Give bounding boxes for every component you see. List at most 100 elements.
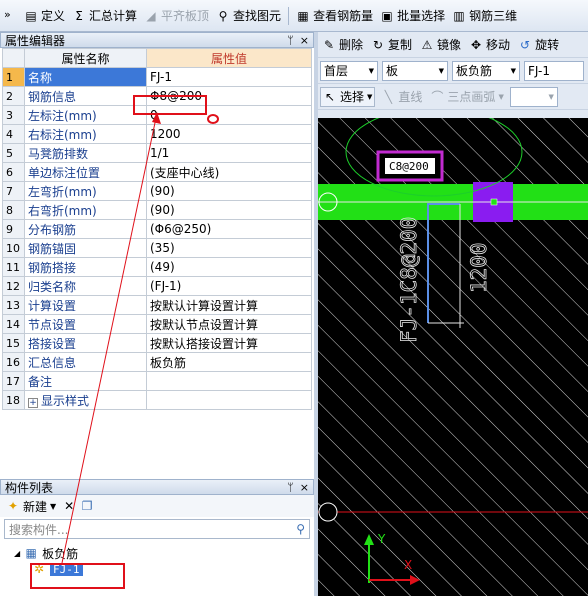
- close-icon[interactable]: ×: [300, 34, 309, 47]
- category-select[interactable]: 板 ▼: [382, 60, 448, 81]
- table-row[interactable]: 9 分布钢筋 (Φ6@250): [2, 219, 312, 239]
- table-row[interactable]: 12 归类名称 (FJ-1): [2, 276, 312, 296]
- table-row[interactable]: 18 + 显示样式: [2, 390, 312, 410]
- property-value[interactable]: [146, 371, 312, 391]
- grip-point[interactable]: [490, 198, 498, 206]
- collapse-icon[interactable]: ◢: [14, 549, 20, 558]
- property-value[interactable]: (90): [146, 200, 312, 220]
- find-button[interactable]: ⚲ 查找图元: [214, 6, 283, 26]
- extra-select[interactable]: ▼: [509, 86, 558, 107]
- rebar-3d-icon: ▥: [453, 8, 465, 23]
- chevron-down-icon: ▼: [367, 92, 373, 101]
- delete-button[interactable]: ✎ 删除: [320, 35, 365, 55]
- property-value[interactable]: 按默认搭接设置计算: [146, 333, 312, 353]
- annotation-box-rebar-info: [133, 95, 207, 115]
- table-row[interactable]: 14 节点设置 按默认节点设置计算: [2, 314, 312, 334]
- sum-icon: Σ: [75, 8, 83, 23]
- property-value[interactable]: (90): [146, 181, 312, 201]
- define-button[interactable]: ▤ 定义: [22, 6, 67, 26]
- property-value[interactable]: 1/1: [146, 143, 312, 163]
- new-button[interactable]: ✦ 新建 ▼: [4, 496, 58, 516]
- delete-x-icon[interactable]: ✕: [62, 499, 76, 513]
- drawing-svg[interactable]: FJ-1C8@200 1200 C8@200 Y X: [314, 118, 588, 596]
- rebar-3d-button[interactable]: ▥ 钢筋三维: [450, 6, 519, 26]
- row-index: 14: [2, 314, 25, 334]
- mirror-button[interactable]: ⚠ 镜像: [418, 35, 463, 55]
- table-row[interactable]: 13 计算设置 按默认计算设置计算: [2, 295, 312, 315]
- batch-select-button[interactable]: ▣ 批量选择: [378, 6, 447, 26]
- selector-row: 首层 ▼ 板 ▼ 板负筋 ▼ FJ-1: [314, 58, 588, 84]
- select-button[interactable]: ↖ 选择 ▼: [320, 86, 376, 107]
- copy-icon: ↻: [372, 37, 384, 52]
- chevron-down-icon: ▼: [50, 501, 57, 511]
- copy-button[interactable]: ↻ 复制: [369, 35, 414, 55]
- property-value[interactable]: [146, 390, 312, 410]
- toolbar-overflow-icon[interactable]: »: [4, 8, 11, 21]
- edit-toolbar-row: ✎ 删除 ↻ 复制 ⚠ 镜像 ✥ 移动 ↺ 旋转: [314, 32, 588, 58]
- table-row[interactable]: 7 左弯折(mm) (90): [2, 181, 312, 201]
- property-name: 右弯折(mm): [24, 200, 147, 220]
- row-index: 15: [2, 333, 25, 353]
- row-index: 6: [2, 162, 25, 182]
- row-index: 2: [2, 86, 25, 106]
- move-button[interactable]: ✥ 移动: [467, 35, 512, 55]
- rotate-button[interactable]: ↺ 旋转: [516, 35, 561, 55]
- floor-select[interactable]: 首层 ▼: [320, 60, 378, 81]
- table-row[interactable]: 16 汇总信息 板负筋: [2, 352, 312, 372]
- panel-splitter[interactable]: [314, 32, 318, 596]
- property-value[interactable]: 按默认计算设置计算: [146, 295, 312, 315]
- property-name: 节点设置: [24, 314, 147, 334]
- table-row[interactable]: 15 搭接设置 按默认搭接设置计算: [2, 333, 312, 353]
- view-rebar-button[interactable]: ▦ 查看钢筋量: [294, 6, 375, 26]
- property-value[interactable]: (35): [146, 238, 312, 258]
- table-header: 属性名称 属性值: [2, 48, 312, 68]
- search-icon[interactable]: ⚲: [296, 522, 305, 536]
- property-name: 归类名称: [24, 276, 147, 296]
- property-value[interactable]: (支座中心线): [146, 162, 312, 182]
- property-value[interactable]: 1200: [146, 124, 312, 144]
- property-value[interactable]: (FJ-1): [146, 276, 312, 296]
- tree-node-root[interactable]: ◢ ▦ 板负筋: [14, 545, 314, 561]
- row-index: 5: [2, 143, 25, 163]
- table-row[interactable]: 5 马凳筋排数 1/1: [2, 143, 312, 163]
- table-row[interactable]: 8 右弯折(mm) (90): [2, 200, 312, 220]
- property-value[interactable]: 板负筋: [146, 352, 312, 372]
- property-name: 分布钢筋: [24, 219, 147, 239]
- search-input[interactable]: 搜索构件... ⚲: [4, 519, 310, 539]
- property-value[interactable]: (Φ6@250): [146, 219, 312, 239]
- property-name: 右标注(mm): [24, 124, 147, 144]
- pin-icon[interactable]: ᛘ: [287, 481, 294, 494]
- property-value[interactable]: (49): [146, 257, 312, 277]
- name-select[interactable]: FJ-1: [524, 60, 584, 81]
- table-row[interactable]: 10 钢筋锚固 (35): [2, 238, 312, 258]
- table-row[interactable]: 17 备注: [2, 371, 312, 391]
- close-icon[interactable]: ×: [300, 481, 309, 494]
- toolbar-separator: [288, 6, 290, 25]
- pin-icon[interactable]: ᛘ: [287, 34, 294, 47]
- mirror-icon: ⚠: [421, 37, 433, 52]
- property-name: 左弯折(mm): [24, 181, 147, 201]
- copy-small-icon[interactable]: ❐: [80, 499, 94, 513]
- arc-button[interactable]: ⌒ 三点画弧 ▼: [428, 87, 505, 107]
- drawing-canvas[interactable]: FJ-1C8@200 1200 C8@200 Y X: [314, 118, 588, 596]
- sum-button[interactable]: Σ 汇总计算: [70, 6, 139, 26]
- expand-icon[interactable]: +: [28, 397, 38, 408]
- draw-toolbar-row: ↖ 选择 ▼ ╲ 直线 ⌒ 三点画弧 ▼ ▼: [314, 84, 588, 110]
- rebar-label[interactable]: C8@200: [389, 160, 429, 173]
- property-value[interactable]: 按默认节点设置计算: [146, 314, 312, 334]
- select-icon: ↖: [324, 89, 336, 104]
- annotation-box-component: [30, 563, 125, 589]
- property-value[interactable]: FJ-1: [146, 67, 312, 87]
- line-button[interactable]: ╲ 直线: [379, 87, 424, 107]
- row-index: 17: [2, 371, 25, 391]
- table-row[interactable]: 4 右标注(mm) 1200: [2, 124, 312, 144]
- property-name: 马凳筋排数: [24, 143, 147, 163]
- flat-top-button[interactable]: ◢ 平齐板顶: [142, 6, 211, 26]
- table-row[interactable]: 11 钢筋搭接 (49): [2, 257, 312, 277]
- row-index: 10: [2, 238, 25, 258]
- table-row[interactable]: 1 名称 FJ-1: [2, 67, 312, 87]
- property-name: 名称: [24, 67, 147, 87]
- table-row[interactable]: 6 单边标注位置 (支座中心线): [2, 162, 312, 182]
- type-select[interactable]: 板负筋 ▼: [452, 60, 520, 81]
- row-index: 18: [2, 390, 25, 410]
